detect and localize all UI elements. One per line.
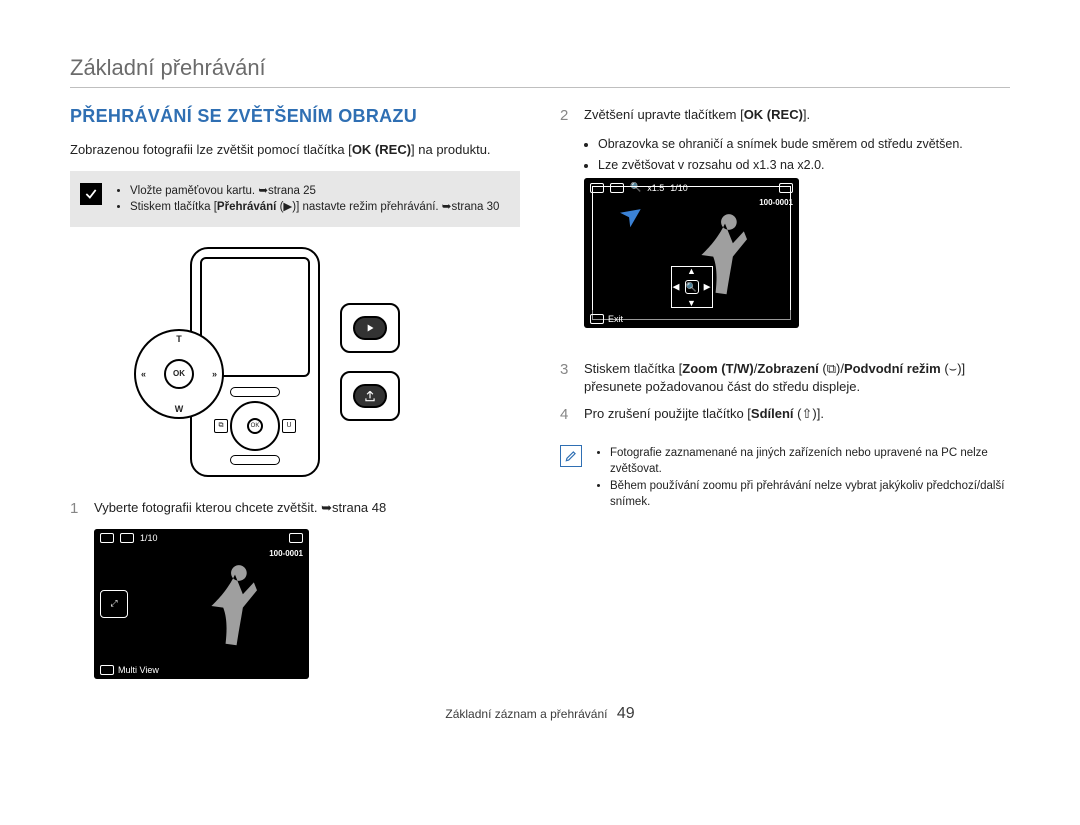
play-button-callout [340,303,400,353]
battery-icon [289,533,303,543]
dpad-right-label: » [212,369,217,379]
manual-page: Základní přehrávání PŘEHRÁVÁNÍ SE ZVĚTŠE… [0,0,1080,743]
counter: 1/10 [140,533,158,543]
dpad-callout: T W « » OK [134,329,224,419]
magnifier-icon: 🔍 [685,280,699,294]
note-item: Fotografie zaznamenané na jiných zařízen… [610,445,1010,477]
bottom-label: Exit [608,314,623,324]
navigation-pad: ▲▼◀▶ 🔍 [671,266,713,308]
detail-item: Lze zvětšovat v rozsahu od x1.3 na x2.0. [598,157,1010,174]
dpad-down-label: W [175,404,184,414]
step-4: 4 Pro zrušení použijte tlačítko [Sdílení… [560,405,1010,425]
section-title: Základní přehrávání [70,55,1010,81]
step-text: Zvětšení upravte tlačítkem [OK (REC)]. [584,106,810,126]
left-column: PŘEHRÁVÁNÍ SE ZVĚTŠENÍM OBRAZU Zobrazeno… [70,106,520,685]
step-2: 2 Zvětšení upravte tlačítkem [OK (REC)]. [560,106,1010,126]
page-number: 49 [617,705,635,722]
note-list: Fotografie zaznamenané na jiných zařízen… [610,445,1010,509]
photo-subject [195,551,275,661]
subsection-title: PŘEHRÁVÁNÍ SE ZVĚTŠENÍM OBRAZU [70,106,520,127]
detail-item: Obrazovka se ohraničí a snímek bude směr… [598,136,1010,153]
pencil-icon [560,445,582,467]
zoom-icon: ⤢ [100,590,128,618]
step-number: 3 [560,360,574,395]
menu-icon [100,665,114,675]
step-text: Pro zrušení použijte tlačítko [Sdílení (… [584,405,824,425]
divider [70,87,1010,88]
step-number: 4 [560,405,574,425]
prerequisite-list: Vložte paměťovou kartu. ➥strana 25 Stisk… [130,183,499,215]
step-1: 1 Vyberte fotografii kterou chcete zvětš… [70,499,520,519]
prerequisite-box: Vložte paměťovou kartu. ➥strana 25 Stisk… [70,171,520,227]
display-button: ⧉ [214,419,228,433]
two-column-layout: PŘEHRÁVÁNÍ SE ZVĚTŠENÍM OBRAZU Zobrazeno… [70,106,1010,685]
mode-icon [100,533,114,543]
control-ring: OK [230,401,280,451]
screenshot-1: 1/10 100-0001 ⤢ Multi View [94,529,309,679]
step-number: 2 [560,106,574,126]
chapter-label: Základní záznam a přehrávání [445,707,607,721]
right-column: 2 Zvětšení upravte tlačítkem [OK (REC)].… [560,106,1010,685]
underwater-button: U [282,419,296,433]
step-text: Vyberte fotografii kterou chcete zvětšit… [94,499,386,519]
dpad-up-label: T [176,334,182,344]
step-2-details: Obrazovka se ohraničí a snímek bude směr… [584,136,1010,174]
camera-body: T W « » OK ⧉ OK U [190,247,320,477]
device-illustration: T W « » OK ⧉ OK U [70,247,520,477]
intro-paragraph: Zobrazenou fotografii lze zvětšit pomocí… [70,141,520,159]
prereq-item: Stiskem tlačítka [Přehrávání (▶)] nastav… [130,199,499,215]
dpad-left-label: « [141,369,146,379]
page-footer: Základní záznam a přehrávání 49 [70,705,1010,723]
note-item: Během používání zoomu při přehrávání nel… [610,478,1010,510]
back-icon [590,314,604,324]
ok-button-label: OK [164,359,194,389]
share-button-callout [340,371,400,421]
card-icon [120,533,134,543]
prereq-item: Vložte paměťovou kartu. ➥strana 25 [130,183,499,199]
checkmark-icon [80,183,102,205]
ok-button: OK [247,418,263,434]
step-number: 1 [70,499,84,519]
step-text: Stiskem tlačítka [Zoom (T/W)/Zobrazení (… [584,360,1010,395]
step-3: 3 Stiskem tlačítka [Zoom (T/W)/Zobrazení… [560,360,1010,395]
note-box: Fotografie zaznamenané na jiných zařízen… [560,445,1010,509]
screenshot-2: 🔍x1.51/10 100-0001 ➤ ▲▼◀▶ 🔍 Exit [584,178,799,328]
bottom-label: Multi View [118,665,159,675]
side-button-callouts [340,303,400,421]
